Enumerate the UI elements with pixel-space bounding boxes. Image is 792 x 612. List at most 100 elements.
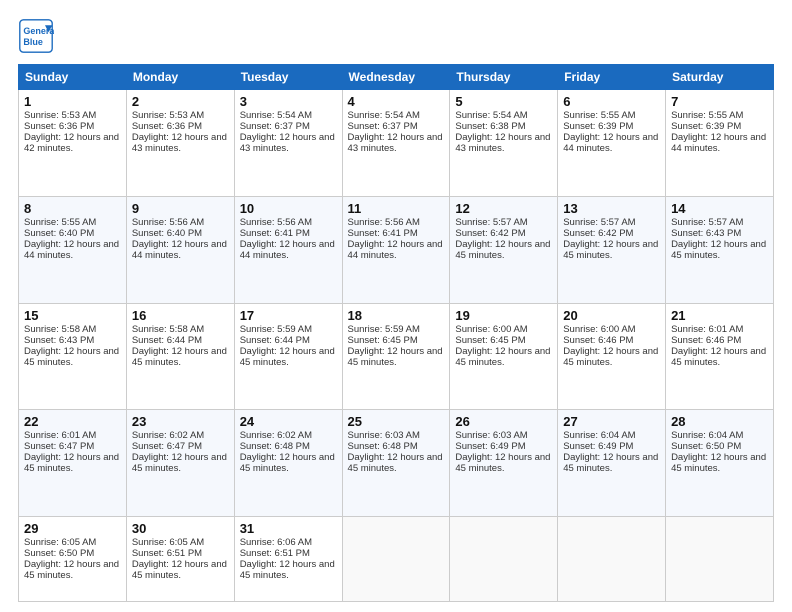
day-number: 30 <box>132 521 229 536</box>
sunrise-label: Sunrise: 5:55 AM <box>563 110 635 121</box>
calendar-cell: 6Sunrise: 5:55 AMSunset: 6:39 PMDaylight… <box>558 90 666 197</box>
calendar-cell: 25Sunrise: 6:03 AMSunset: 6:48 PMDayligh… <box>342 410 450 517</box>
sunset-label: Sunset: 6:46 PM <box>563 335 633 346</box>
calendar-cell: 30Sunrise: 6:05 AMSunset: 6:51 PMDayligh… <box>126 517 234 602</box>
calendar-cell: 4Sunrise: 5:54 AMSunset: 6:37 PMDaylight… <box>342 90 450 197</box>
daylight-label: Daylight: 12 hours and 45 minutes. <box>348 346 443 368</box>
sunrise-label: Sunrise: 6:02 AM <box>240 430 312 441</box>
daylight-label: Daylight: 12 hours and 44 minutes. <box>671 132 766 154</box>
day-number: 31 <box>240 521 337 536</box>
header: General Blue <box>18 18 774 54</box>
day-number: 9 <box>132 201 229 216</box>
sunrise-label: Sunrise: 5:58 AM <box>132 324 204 335</box>
daylight-label: Daylight: 12 hours and 44 minutes. <box>132 239 227 261</box>
day-number: 12 <box>455 201 552 216</box>
sunset-label: Sunset: 6:47 PM <box>24 441 94 452</box>
sunset-label: Sunset: 6:41 PM <box>348 228 418 239</box>
day-number: 5 <box>455 94 552 109</box>
day-number: 21 <box>671 308 768 323</box>
sunset-label: Sunset: 6:36 PM <box>24 121 94 132</box>
day-number: 22 <box>24 414 121 429</box>
sunrise-label: Sunrise: 6:06 AM <box>240 537 312 548</box>
day-number: 3 <box>240 94 337 109</box>
sunset-label: Sunset: 6:50 PM <box>24 548 94 559</box>
daylight-label: Daylight: 12 hours and 42 minutes. <box>24 132 119 154</box>
sunrise-label: Sunrise: 5:54 AM <box>348 110 420 121</box>
sunrise-label: Sunrise: 5:53 AM <box>24 110 96 121</box>
daylight-label: Daylight: 12 hours and 45 minutes. <box>24 559 119 581</box>
sunset-label: Sunset: 6:45 PM <box>348 335 418 346</box>
calendar-cell: 14Sunrise: 5:57 AMSunset: 6:43 PMDayligh… <box>666 196 774 303</box>
calendar-cell: 9Sunrise: 5:56 AMSunset: 6:40 PMDaylight… <box>126 196 234 303</box>
day-number: 1 <box>24 94 121 109</box>
sunrise-label: Sunrise: 5:54 AM <box>455 110 527 121</box>
col-header-monday: Monday <box>126 65 234 90</box>
calendar-cell: 19Sunrise: 6:00 AMSunset: 6:45 PMDayligh… <box>450 303 558 410</box>
calendar-cell: 21Sunrise: 6:01 AMSunset: 6:46 PMDayligh… <box>666 303 774 410</box>
daylight-label: Daylight: 12 hours and 43 minutes. <box>132 132 227 154</box>
day-number: 7 <box>671 94 768 109</box>
day-number: 2 <box>132 94 229 109</box>
calendar-cell: 28Sunrise: 6:04 AMSunset: 6:50 PMDayligh… <box>666 410 774 517</box>
sunrise-label: Sunrise: 6:01 AM <box>24 430 96 441</box>
sunrise-label: Sunrise: 6:03 AM <box>348 430 420 441</box>
calendar-cell: 16Sunrise: 5:58 AMSunset: 6:44 PMDayligh… <box>126 303 234 410</box>
sunset-label: Sunset: 6:40 PM <box>24 228 94 239</box>
sunset-label: Sunset: 6:38 PM <box>455 121 525 132</box>
calendar-cell <box>342 517 450 602</box>
sunset-label: Sunset: 6:49 PM <box>455 441 525 452</box>
col-header-thursday: Thursday <box>450 65 558 90</box>
calendar-cell: 5Sunrise: 5:54 AMSunset: 6:38 PMDaylight… <box>450 90 558 197</box>
calendar-cell: 12Sunrise: 5:57 AMSunset: 6:42 PMDayligh… <box>450 196 558 303</box>
day-number: 13 <box>563 201 660 216</box>
day-number: 18 <box>348 308 445 323</box>
day-number: 6 <box>563 94 660 109</box>
day-number: 25 <box>348 414 445 429</box>
sunset-label: Sunset: 6:49 PM <box>563 441 633 452</box>
day-number: 20 <box>563 308 660 323</box>
sunrise-label: Sunrise: 5:53 AM <box>132 110 204 121</box>
sunrise-label: Sunrise: 6:05 AM <box>132 537 204 548</box>
daylight-label: Daylight: 12 hours and 45 minutes. <box>563 346 658 368</box>
calendar-cell: 17Sunrise: 5:59 AMSunset: 6:44 PMDayligh… <box>234 303 342 410</box>
svg-text:Blue: Blue <box>23 37 43 47</box>
sunrise-label: Sunrise: 5:56 AM <box>348 217 420 228</box>
sunrise-label: Sunrise: 5:57 AM <box>455 217 527 228</box>
day-number: 15 <box>24 308 121 323</box>
daylight-label: Daylight: 12 hours and 45 minutes. <box>24 346 119 368</box>
col-header-friday: Friday <box>558 65 666 90</box>
sunset-label: Sunset: 6:45 PM <box>455 335 525 346</box>
sunset-label: Sunset: 6:43 PM <box>671 228 741 239</box>
sunset-label: Sunset: 6:40 PM <box>132 228 202 239</box>
sunrise-label: Sunrise: 6:05 AM <box>24 537 96 548</box>
daylight-label: Daylight: 12 hours and 45 minutes. <box>132 452 227 474</box>
daylight-label: Daylight: 12 hours and 45 minutes. <box>455 239 550 261</box>
daylight-label: Daylight: 12 hours and 45 minutes. <box>671 239 766 261</box>
sunrise-label: Sunrise: 6:01 AM <box>671 324 743 335</box>
sunset-label: Sunset: 6:41 PM <box>240 228 310 239</box>
daylight-label: Daylight: 12 hours and 44 minutes. <box>24 239 119 261</box>
day-number: 17 <box>240 308 337 323</box>
calendar-cell: 1Sunrise: 5:53 AMSunset: 6:36 PMDaylight… <box>19 90 127 197</box>
calendar-cell: 7Sunrise: 5:55 AMSunset: 6:39 PMDaylight… <box>666 90 774 197</box>
daylight-label: Daylight: 12 hours and 45 minutes. <box>563 239 658 261</box>
col-header-wednesday: Wednesday <box>342 65 450 90</box>
sunrise-label: Sunrise: 5:55 AM <box>24 217 96 228</box>
calendar-cell <box>450 517 558 602</box>
sunrise-label: Sunrise: 5:59 AM <box>348 324 420 335</box>
sunrise-label: Sunrise: 5:57 AM <box>671 217 743 228</box>
col-header-tuesday: Tuesday <box>234 65 342 90</box>
daylight-label: Daylight: 12 hours and 44 minutes. <box>348 239 443 261</box>
sunset-label: Sunset: 6:37 PM <box>240 121 310 132</box>
logo-icon: General Blue <box>18 18 54 54</box>
col-header-sunday: Sunday <box>19 65 127 90</box>
daylight-label: Daylight: 12 hours and 45 minutes. <box>671 452 766 474</box>
sunset-label: Sunset: 6:36 PM <box>132 121 202 132</box>
sunrise-label: Sunrise: 6:00 AM <box>455 324 527 335</box>
calendar-cell <box>666 517 774 602</box>
daylight-label: Daylight: 12 hours and 45 minutes. <box>455 452 550 474</box>
sunrise-label: Sunrise: 5:55 AM <box>671 110 743 121</box>
daylight-label: Daylight: 12 hours and 43 minutes. <box>455 132 550 154</box>
calendar-cell: 20Sunrise: 6:00 AMSunset: 6:46 PMDayligh… <box>558 303 666 410</box>
calendar-table: SundayMondayTuesdayWednesdayThursdayFrid… <box>18 64 774 602</box>
